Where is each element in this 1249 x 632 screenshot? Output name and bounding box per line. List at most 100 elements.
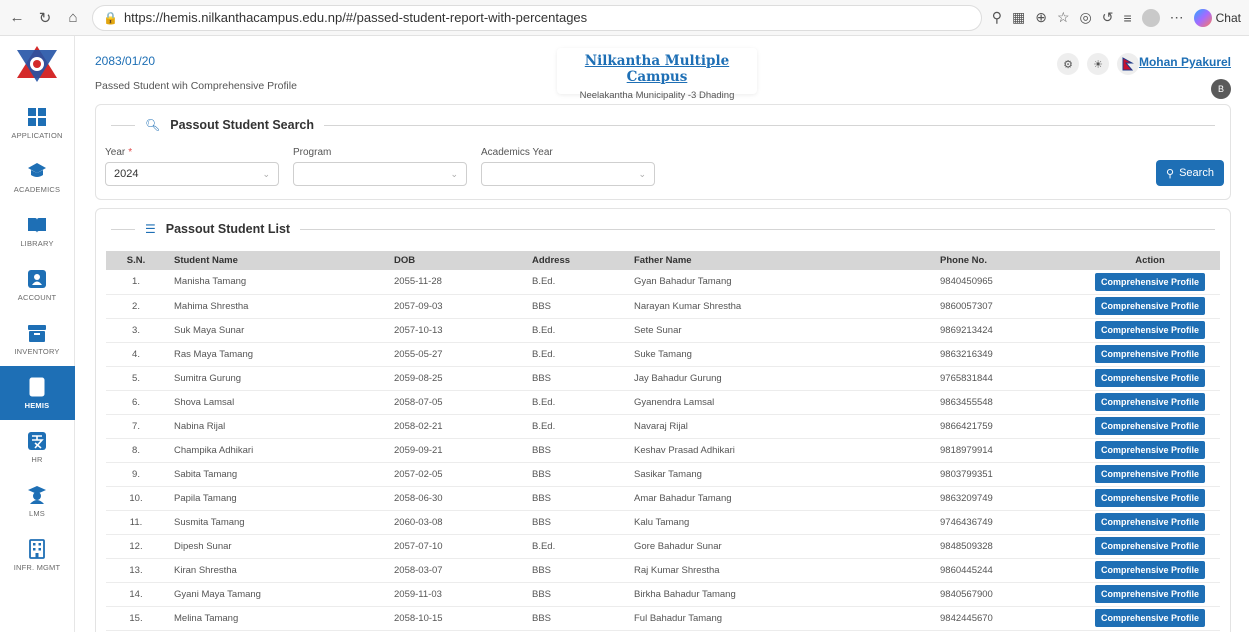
- cell-address: B.Ed.: [524, 270, 626, 295]
- table-row: 8. Champika Adhikari 2059-09-21 BBS Keshav P…: [106, 438, 1220, 463]
- col-phone: Phone No.: [932, 251, 1080, 270]
- sidebar-item-label: HEMIS: [24, 400, 50, 410]
- sidebar-item-academics[interactable]: ACADEMICS: [0, 150, 75, 204]
- cell-dob: 2058-06-30: [386, 486, 524, 511]
- nepal-flag-icon[interactable]: [1117, 53, 1139, 75]
- address-bar[interactable]: 🔒 https://hemis.nilkanthacampus.edu.np/#…: [92, 4, 982, 31]
- comprehensive-profile-button[interactable]: Comprehensive Profile: [1094, 297, 1206, 315]
- comprehensive-profile-button[interactable]: Comprehensive Profile: [1094, 272, 1206, 291]
- year-filter: Year * 2024 ⌄: [105, 147, 279, 186]
- cell-student-name: Ras Maya Tamang: [166, 342, 386, 367]
- cell-student-name: Papila Tamang: [166, 486, 386, 511]
- table-row: 15. Melina Tamang 2058-10-15 BBS Ful Bahadur…: [106, 606, 1220, 631]
- read-mode-icon[interactable]: ▦: [1012, 9, 1025, 26]
- cell-phone: 9840567900: [932, 582, 1080, 607]
- comprehensive-profile-button[interactable]: Comprehensive Profile: [1094, 321, 1206, 339]
- comprehensive-profile-button[interactable]: Comprehensive Profile: [1094, 369, 1206, 387]
- academic-year-label: Academics Year: [481, 147, 553, 158]
- sidebar-item-infr-mgmt[interactable]: INFR. MGMT: [0, 528, 75, 582]
- cell-phone: 9863209749: [932, 486, 1080, 511]
- user-avatar[interactable]: B: [1211, 79, 1231, 99]
- cell-dob: 2057-09-03: [386, 294, 524, 319]
- cell-address: B.Ed.: [524, 342, 626, 367]
- col-sn: S.N.: [106, 251, 166, 270]
- cell-action: Comprehensive Profile: [1080, 606, 1220, 631]
- document-icon: [29, 377, 45, 396]
- comprehensive-profile-button[interactable]: Comprehensive Profile: [1094, 537, 1206, 555]
- favorite-star-icon[interactable]: ☆: [1057, 9, 1070, 26]
- cell-sn: 8.: [106, 438, 166, 463]
- search-icon: ⚲: [1166, 167, 1175, 180]
- main-content: 2083/01/20 Passed Student wih Comprehens…: [75, 36, 1249, 632]
- col-student-name: Student Name: [166, 251, 386, 270]
- sidebar-item-hemis[interactable]: HEMIS: [0, 366, 75, 420]
- cell-father-name: Navaraj Rijal: [626, 414, 932, 439]
- cell-address: B.Ed.: [524, 414, 626, 439]
- table-row: 14. Gyani Maya Tamang 2059-11-03 BBS Birkha …: [106, 582, 1220, 607]
- cell-sn: 14.: [106, 582, 166, 607]
- comprehensive-profile-button[interactable]: Comprehensive Profile: [1094, 393, 1206, 411]
- comprehensive-profile-button[interactable]: Comprehensive Profile: [1094, 417, 1206, 435]
- settings-icon[interactable]: ⚙: [1057, 53, 1079, 75]
- chat-button[interactable]: Chat: [1193, 8, 1241, 27]
- comprehensive-profile-button[interactable]: Comprehensive Profile: [1094, 345, 1206, 363]
- building-icon: [29, 538, 45, 559]
- passout-search-panel: 🔍︎ Passout Student Search Year * 2024 ⌄ P…: [95, 104, 1231, 200]
- academic-year-select[interactable]: ⌄: [481, 162, 655, 186]
- cell-father-name: Sete Sunar: [626, 318, 932, 343]
- sidebar-item-application[interactable]: APPLICATION: [0, 96, 75, 150]
- cell-address: BBS: [524, 510, 626, 535]
- sidebar-item-hr[interactable]: HR: [0, 420, 75, 474]
- table-row: 12. Dipesh Sunar 2057-07-10 B.Ed. Gore Bahad…: [106, 534, 1220, 559]
- table-row: 4. Ras Maya Tamang 2055-05-27 B.Ed. Suke Tam…: [106, 342, 1220, 367]
- browser-toolbar: ← ↻ ⌂ 🔒 https://hemis.nilkanthacampus.ed…: [0, 0, 1249, 36]
- sidebar-item-lms[interactable]: LMS: [0, 474, 75, 528]
- more-menu-icon[interactable]: ⋯: [1170, 9, 1184, 26]
- year-select[interactable]: 2024 ⌄: [105, 162, 279, 186]
- comprehensive-profile-button[interactable]: Comprehensive Profile: [1094, 561, 1206, 579]
- cell-action: Comprehensive Profile: [1080, 438, 1220, 463]
- program-select[interactable]: ⌄: [293, 162, 467, 186]
- back-icon[interactable]: ←: [8, 9, 26, 27]
- sidebar: APPLICATION ACADEMICS LIBRARY ACCOUNT IN…: [0, 36, 75, 632]
- extension-icon[interactable]: ◎: [1080, 9, 1092, 26]
- cell-father-name: Sasikar Tamang: [626, 462, 932, 487]
- comprehensive-profile-button[interactable]: Comprehensive Profile: [1094, 489, 1206, 507]
- table-row: 3. Suk Maya Sunar 2057-10-13 B.Ed. Sete Suna…: [106, 318, 1220, 343]
- sidebar-item-account[interactable]: ACCOUNT: [0, 258, 75, 312]
- favorites-list-icon[interactable]: ≡: [1123, 10, 1131, 26]
- reload-icon[interactable]: ↻: [36, 9, 54, 27]
- cell-sn: 6.: [106, 390, 166, 415]
- cell-father-name: Kalu Tamang: [626, 510, 932, 535]
- search-button[interactable]: ⚲ Search: [1156, 160, 1224, 186]
- key-icon[interactable]: ⚲: [992, 9, 1002, 26]
- theme-sun-icon[interactable]: ☀: [1087, 53, 1109, 75]
- cell-dob: 2059-09-21: [386, 438, 524, 463]
- chevron-down-icon: ⌄: [262, 168, 270, 179]
- cell-action: Comprehensive Profile: [1080, 462, 1220, 487]
- cell-phone: 9803799351: [932, 462, 1080, 487]
- cell-father-name: Narayan Kumar Shrestha: [626, 294, 932, 319]
- comprehensive-profile-button[interactable]: Comprehensive Profile: [1094, 609, 1206, 627]
- sidebar-item-library[interactable]: LIBRARY: [0, 204, 75, 258]
- sidebar-item-inventory[interactable]: INVENTORY: [0, 312, 75, 366]
- cell-dob: 2058-02-21: [386, 414, 524, 439]
- comprehensive-profile-button[interactable]: Comprehensive Profile: [1094, 441, 1206, 459]
- comprehensive-profile-button[interactable]: Comprehensive Profile: [1094, 585, 1206, 603]
- zoom-icon[interactable]: ⊕: [1035, 9, 1047, 26]
- comprehensive-profile-button[interactable]: Comprehensive Profile: [1094, 513, 1206, 531]
- home-icon[interactable]: ⌂: [64, 9, 82, 27]
- refresh-copilot-icon[interactable]: ↺: [1102, 9, 1114, 26]
- comprehensive-profile-button[interactable]: Comprehensive Profile: [1094, 465, 1206, 483]
- cell-action: Comprehensive Profile: [1080, 582, 1220, 607]
- user-name-link[interactable]: Mohan Pyakurel: [1139, 55, 1231, 69]
- table-row: 7. Nabina Rijal 2058-02-21 B.Ed. Navaraj Rij…: [106, 414, 1220, 439]
- cell-action: Comprehensive Profile: [1080, 366, 1220, 391]
- current-date: 2083/01/20: [95, 54, 156, 68]
- sidebar-item-label: APPLICATION: [11, 130, 63, 140]
- search-panel-title: 🔍︎ Passout Student Search: [111, 118, 1215, 132]
- cell-phone: 9840450965: [932, 270, 1080, 295]
- browser-profile-avatar[interactable]: [1141, 8, 1160, 27]
- col-action: Action: [1080, 251, 1220, 270]
- cell-father-name: Keshav Prasad Adhikari: [626, 438, 932, 463]
